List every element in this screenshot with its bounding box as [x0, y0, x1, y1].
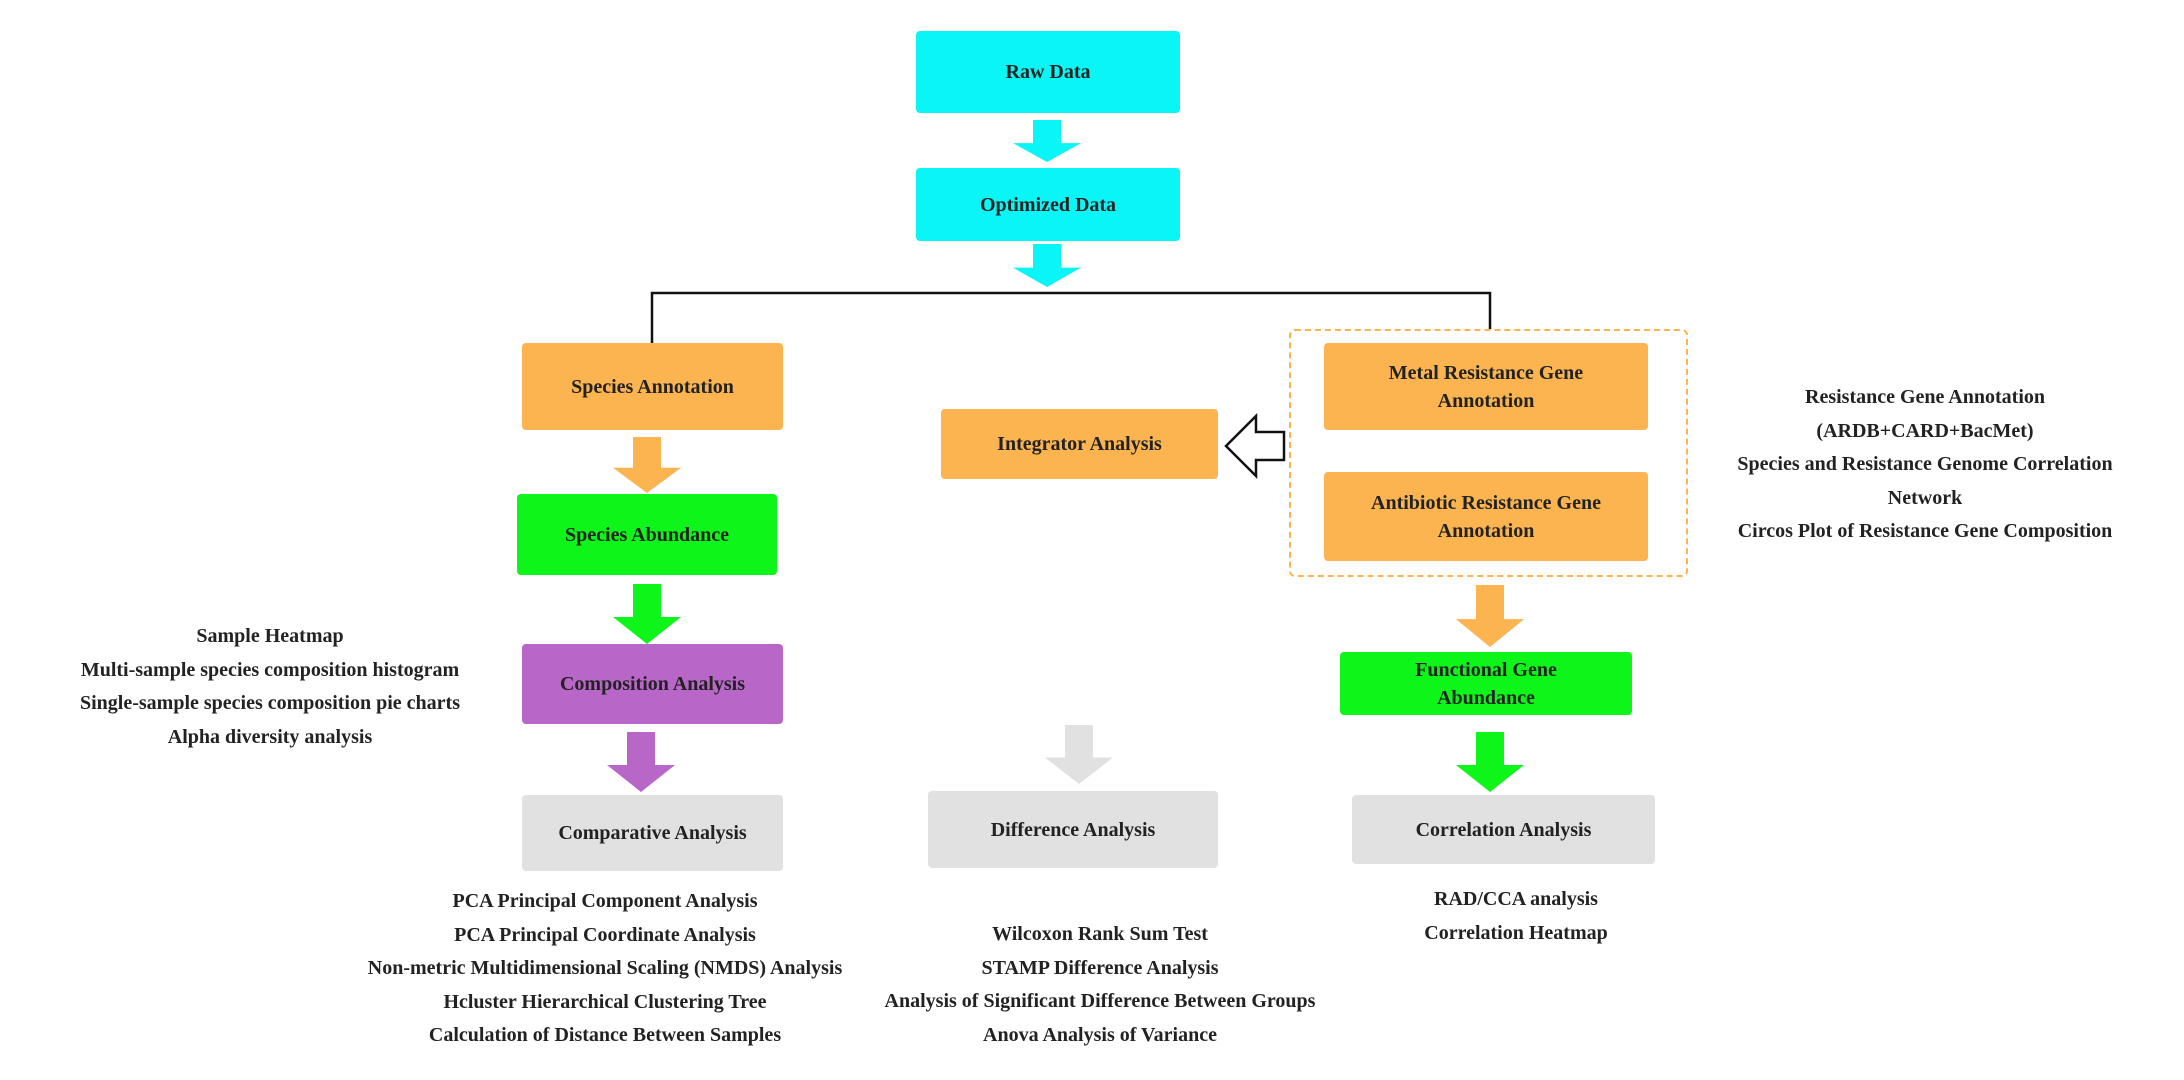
arrow-down-icon	[1045, 725, 1113, 784]
arrow-down-icon	[1456, 732, 1524, 792]
note: Single-sample species composition pie ch…	[80, 692, 460, 715]
node-composition-analysis: Composition Analysis	[522, 644, 783, 724]
note: Non-metric Multidimensional Scaling (NMD…	[367, 957, 843, 980]
difference-notes: Wilcoxon Rank Sum Test STAMP Difference …	[885, 918, 1316, 1052]
arrow-down-icon	[1013, 244, 1081, 287]
note: Resistance Gene Annotation	[1805, 386, 2045, 408]
note: Circos Plot of Resistance Gene Compositi…	[1737, 520, 2113, 543]
node-correlation-analysis: Correlation Analysis	[1352, 795, 1655, 864]
note: STAMP Difference Analysis	[981, 956, 1219, 979]
note: Calculation of Distance Between Samples	[428, 1024, 782, 1047]
note: Alpha diversity analysis	[167, 725, 373, 748]
node-optimized-data: Optimized Data	[916, 168, 1180, 241]
node-raw-data: Raw Data	[916, 31, 1180, 113]
note: PCA Principal Coordinate Analysis	[454, 923, 756, 946]
arrow-down-icon	[613, 584, 681, 644]
note: Species and Resistance Genome Correlatio…	[1737, 453, 2113, 476]
node-integrator-analysis: Integrator Analysis	[941, 409, 1218, 479]
note: Anova Analysis of Variance	[983, 1023, 1217, 1046]
resistance-notes: Resistance Gene Annotation (ARDB+CARD+Ba…	[1737, 381, 2112, 549]
correlation-notes: RAD/CCA analysis Correlation Heatmap	[1424, 883, 1608, 950]
note: PCA Principal Component Analysis	[452, 890, 758, 912]
node-difference-analysis: Difference Analysis	[928, 791, 1218, 868]
hollow-arrow-left	[1224, 412, 1286, 480]
node-species-annotation: Species Annotation	[522, 343, 783, 430]
note: Correlation Heatmap	[1424, 921, 1608, 944]
comparative-notes: PCA Principal Component Analysis PCA Pri…	[368, 885, 842, 1053]
note: Sample Heatmap	[196, 625, 344, 647]
note: Network	[1887, 486, 1963, 509]
arrow-down-icon	[607, 732, 675, 792]
note: Hcluster Hierarchical Clustering Tree	[443, 990, 767, 1013]
note: Analysis of Significant Difference Betwe…	[884, 990, 1316, 1013]
node-antibiotic-resistance: Antibiotic Resistance Gene Annotation	[1324, 472, 1648, 561]
note: (ARDB+CARD+BacMet)	[1816, 419, 2034, 442]
arrow-down-icon	[1013, 120, 1081, 162]
arrow-down-icon	[613, 437, 681, 493]
arrow-down-icon	[1456, 585, 1524, 647]
node-metal-resistance: Metal Resistance Gene Annotation	[1324, 343, 1648, 430]
node-comparative-analysis: Comparative Analysis	[522, 795, 783, 871]
flowchart: Raw Data Optimized Data Species Annotati…	[0, 0, 2184, 1080]
composition-notes: Sample Heatmap Multi-sample species comp…	[80, 620, 460, 754]
note: Wilcoxon Rank Sum Test	[992, 923, 1208, 945]
note: Multi-sample species composition histogr…	[80, 658, 460, 681]
node-functional-gene-abundance: Functional Gene Abundance	[1340, 652, 1632, 715]
node-species-abundance: Species Abundance	[517, 494, 777, 575]
note: RAD/CCA analysis	[1434, 888, 1598, 910]
